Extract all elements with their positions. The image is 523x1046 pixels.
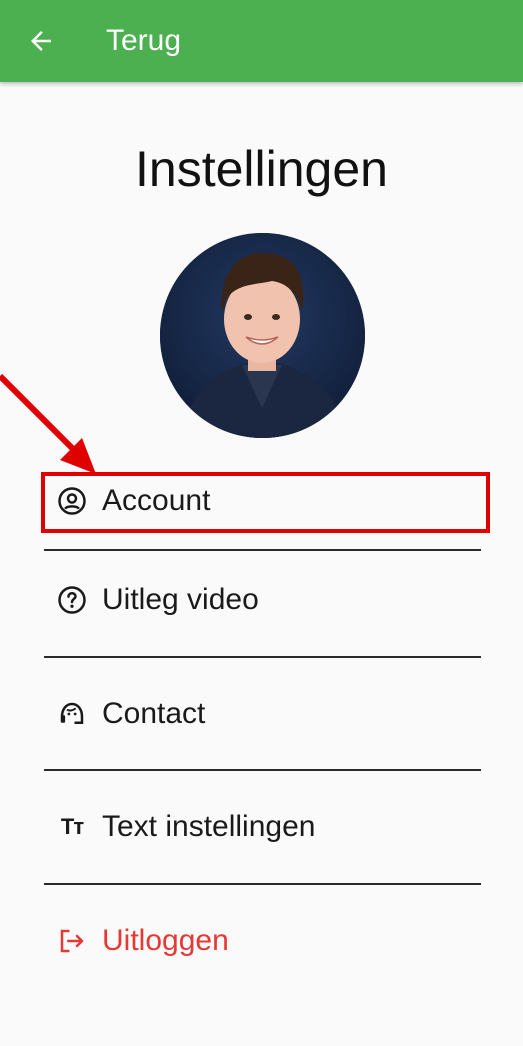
back-label[interactable]: Terug [106,0,181,82]
menu-item-account[interactable]: Account [44,471,481,531]
divider [44,549,481,551]
back-button[interactable] [22,22,60,60]
support-agent-icon [56,698,88,730]
menu-item-contact[interactable]: Contact [44,684,481,744]
menu-item-label: Text instellingen [102,810,316,843]
account-circle-icon [56,485,88,517]
divider [44,883,481,885]
avatar-image [160,233,365,438]
help-circle-icon [56,584,88,616]
menu-item-text-instellingen[interactable]: Tт Text instellingen [44,797,481,857]
arrow-back-icon [31,31,51,51]
menu-item-label: Account [102,484,211,517]
avatar [160,233,365,438]
menu-item-uitloggen[interactable]: Uitloggen [44,911,481,971]
menu-item-label: Uitleg video [102,583,259,616]
text-size-icon: Tт [60,814,84,839]
menu-item-uitleg-video[interactable]: Uitleg video [44,570,481,630]
divider [44,769,481,771]
menu-item-label: Uitloggen [102,924,229,957]
menu-item-label: Contact [102,697,206,730]
divider [44,656,481,658]
app-bar: Terug [0,0,523,82]
logout-icon [56,925,88,957]
page-title: Instellingen [135,141,388,197]
